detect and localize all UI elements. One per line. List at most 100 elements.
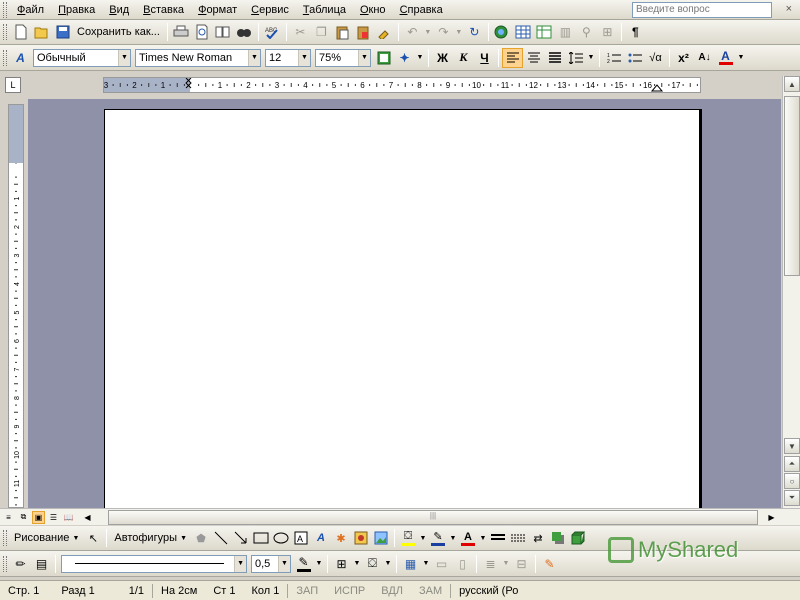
- next-page-icon[interactable]: ⏷: [784, 490, 800, 506]
- vertical-scrollbar[interactable]: ▲ ▼ ⏶ ○ ⏷: [782, 76, 800, 508]
- table-dropdown-icon[interactable]: ▼: [421, 554, 431, 574]
- line-color-dropdown-icon[interactable]: ▼: [448, 528, 458, 548]
- diagram-icon[interactable]: ✱: [331, 528, 351, 548]
- dash-style-icon[interactable]: [508, 528, 528, 548]
- horizontal-ruler[interactable]: 3 2 1 1 2 3 4 5 6 7 8 9 10 11 12 13 14 15 16 17: [103, 77, 701, 93]
- status-language[interactable]: русский (Ро: [451, 585, 526, 597]
- cut-icon[interactable]: ✂: [290, 22, 311, 42]
- fill-color-dropdown-icon[interactable]: ▼: [418, 528, 428, 548]
- format-picture-icon[interactable]: ▤: [31, 554, 52, 574]
- insert-table-icon[interactable]: ▦: [400, 554, 421, 574]
- 3d-icon[interactable]: [568, 528, 588, 548]
- menu-grip[interactable]: [3, 1, 7, 18]
- line-width-select[interactable]: 0,5 ▼: [251, 554, 291, 573]
- autoformat-icon[interactable]: ✎: [539, 554, 560, 574]
- save-icon[interactable]: [52, 22, 73, 42]
- wordart-icon[interactable]: A: [311, 528, 331, 548]
- print-layout-view-icon[interactable]: ▣: [32, 510, 45, 524]
- style-select[interactable]: Обычный ▼: [33, 48, 131, 67]
- effects-dropdown-icon[interactable]: ▼: [415, 48, 425, 68]
- line-preview-select[interactable]: ▼: [61, 554, 247, 573]
- shading-dropdown-icon[interactable]: ▼: [383, 554, 393, 574]
- status-record-macro[interactable]: ЗАП: [288, 585, 326, 597]
- rectangle-icon[interactable]: [251, 528, 271, 548]
- print-icon[interactable]: [171, 22, 192, 42]
- edit-picture-icon[interactable]: ✏: [10, 554, 31, 574]
- vertical-ruler[interactable]: 21123456789101112: [8, 104, 24, 534]
- refresh-icon[interactable]: ↻: [464, 22, 485, 42]
- right-indent-marker[interactable]: [650, 84, 664, 92]
- chevron-down-icon[interactable]: ▼: [234, 555, 246, 572]
- copy-icon[interactable]: ❐: [311, 22, 332, 42]
- outline-view-icon[interactable]: ☰: [47, 511, 60, 524]
- open-icon[interactable]: [31, 22, 52, 42]
- shapes-icon[interactable]: ⬟: [191, 528, 211, 548]
- draw-menu-button[interactable]: Рисование ▼: [10, 532, 83, 544]
- merge-cells-icon[interactable]: ▭: [431, 554, 452, 574]
- arrow-icon[interactable]: [231, 528, 251, 548]
- picture-icon[interactable]: [371, 528, 391, 548]
- document-map-icon[interactable]: ⊞: [597, 22, 618, 42]
- italic-button[interactable]: К: [453, 48, 474, 68]
- align-center-button[interactable]: [523, 48, 544, 68]
- menu-edit[interactable]: Правка: [51, 0, 102, 20]
- spelling-icon[interactable]: ABC: [262, 22, 283, 42]
- oval-icon[interactable]: [271, 528, 291, 548]
- align-cell-dropdown-icon[interactable]: ▼: [501, 554, 511, 574]
- menu-insert[interactable]: Вставка: [136, 0, 191, 20]
- paste-icon[interactable]: [332, 22, 353, 42]
- text-effects-icon[interactable]: ✦: [394, 48, 415, 68]
- reading-view-icon[interactable]: 📖: [62, 511, 75, 524]
- clip-art-icon[interactable]: [351, 528, 371, 548]
- read-mode-icon[interactable]: [373, 48, 394, 68]
- chevron-down-icon[interactable]: ▼: [118, 49, 130, 66]
- redo-dropdown-icon[interactable]: ▼: [454, 22, 464, 42]
- superscript-button[interactable]: x²: [673, 48, 694, 68]
- vertical-scroll-thumb[interactable]: [784, 96, 800, 276]
- draw-font-color-dropdown-icon[interactable]: ▼: [478, 528, 488, 548]
- line-color-icon[interactable]: ✎: [428, 528, 448, 548]
- help-search-input[interactable]: Введите вопрос: [632, 2, 772, 18]
- previous-page-icon[interactable]: ⏶: [784, 456, 800, 472]
- horizontal-scroll-thumb[interactable]: |||: [108, 510, 758, 525]
- close-document-button[interactable]: ×: [786, 3, 792, 15]
- fill-color-icon[interactable]: ⛋: [398, 528, 418, 548]
- borders-icon[interactable]: ⊞: [331, 554, 352, 574]
- find-icon[interactable]: [234, 22, 255, 42]
- align-left-button[interactable]: [502, 47, 523, 68]
- save-as-button[interactable]: Сохранить как...: [73, 22, 164, 42]
- new-document-icon[interactable]: [10, 22, 31, 42]
- bold-button[interactable]: Ж: [432, 48, 453, 68]
- chevron-down-icon[interactable]: ▼: [298, 49, 310, 66]
- underline-button[interactable]: Ч: [474, 48, 495, 68]
- columns-icon[interactable]: ▥: [555, 22, 576, 42]
- status-extend[interactable]: ВДЛ: [373, 585, 411, 597]
- styles-icon[interactable]: A: [10, 48, 31, 68]
- scroll-up-icon[interactable]: ▲: [784, 76, 800, 92]
- sort-icon[interactable]: A↓: [694, 48, 715, 68]
- print-preview-icon[interactable]: [192, 22, 213, 42]
- zoom-select[interactable]: 75% ▼: [315, 48, 371, 67]
- toolbar-grip[interactable]: [3, 49, 7, 66]
- menu-file[interactable]: Файл: [10, 0, 51, 20]
- bullets-icon[interactable]: [624, 48, 645, 68]
- undo-dropdown-icon[interactable]: ▼: [423, 22, 433, 42]
- scroll-down-icon[interactable]: ▼: [784, 438, 800, 454]
- toolbar-grip[interactable]: [3, 24, 7, 40]
- hyperlink-icon[interactable]: [492, 22, 513, 42]
- shading-icon[interactable]: ⛋: [362, 554, 383, 574]
- select-browse-object-icon[interactable]: ○: [784, 473, 800, 489]
- paste-special-icon[interactable]: [353, 22, 374, 42]
- table-icon[interactable]: [513, 22, 534, 42]
- research-icon[interactable]: [213, 22, 234, 42]
- pen-color-icon[interactable]: ✎: [293, 554, 314, 574]
- menu-table[interactable]: Таблица: [296, 0, 353, 20]
- justify-button[interactable]: [544, 48, 565, 68]
- arrow-style-icon[interactable]: ⇄: [528, 528, 548, 548]
- menu-help[interactable]: Справка: [393, 0, 450, 20]
- status-overtype[interactable]: ЗАМ: [411, 585, 450, 597]
- chevron-down-icon[interactable]: ▼: [278, 555, 290, 572]
- font-color-dropdown-icon[interactable]: ▼: [736, 48, 746, 68]
- distribute-icon[interactable]: ⊟: [511, 554, 532, 574]
- web-view-icon[interactable]: ⧉: [17, 511, 30, 524]
